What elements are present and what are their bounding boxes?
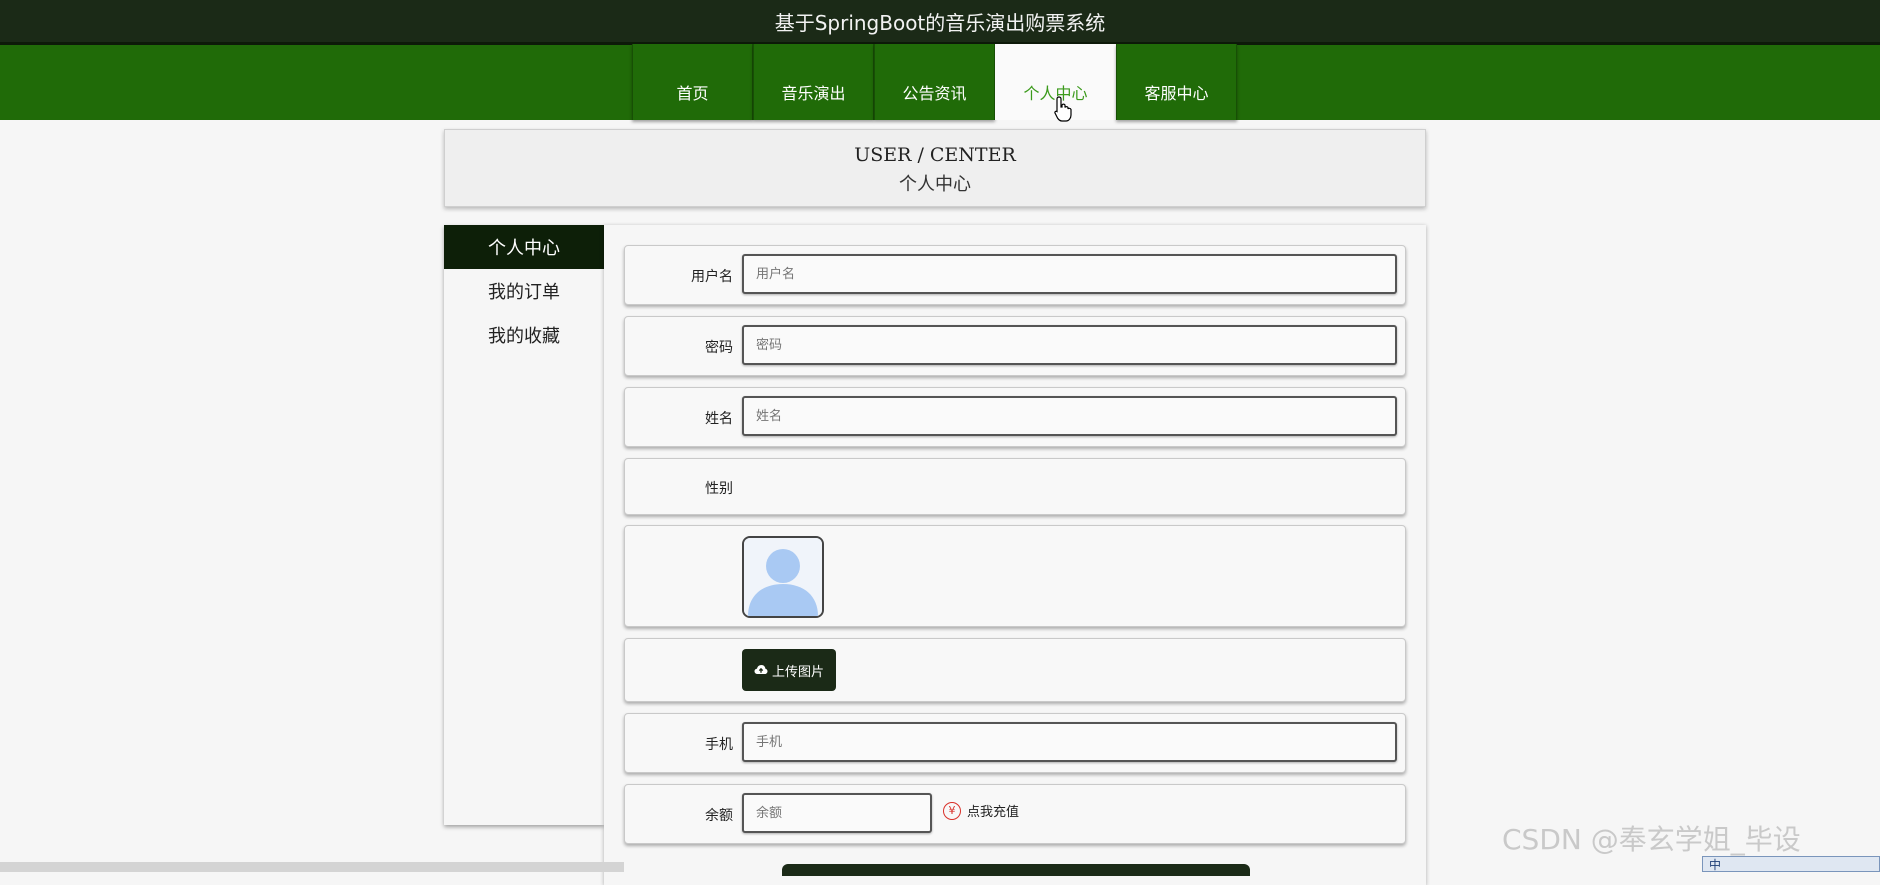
yen-icon: ¥ (943, 801, 961, 820)
sidebar-item-user-center[interactable]: 个人中心 (444, 225, 604, 269)
form-row-phone: 手机 (624, 713, 1406, 773)
ime-language-label: 中 (1709, 857, 1722, 872)
profile-form: 用户名 密码 姓名 性别 上传图片 手机 (604, 225, 1426, 885)
nav-item-news[interactable]: 公告资讯 (874, 44, 995, 120)
watermark-text: CSDN @奉玄学姐_毕设 (1502, 823, 1801, 856)
sidebar-item-my-orders[interactable]: 我的订单 (444, 269, 604, 313)
recharge-link[interactable]: ¥ 点我充值 (943, 801, 1019, 820)
form-row-upload: 上传图片 (624, 638, 1406, 702)
username-input[interactable] (742, 254, 1397, 294)
balance-input[interactable] (742, 793, 932, 833)
form-row-gender: 性别 (624, 458, 1406, 515)
avatar-placeholder-icon (744, 538, 822, 616)
user-sidebar: 个人中心 我的订单 我的收藏 (444, 225, 604, 825)
phone-label: 手机 (705, 737, 733, 753)
nav-item-music-shows[interactable]: 音乐演出 (753, 44, 874, 120)
banner-title-cn: 个人中心 (899, 174, 971, 195)
site-title-bar: 基于SpringBoot的音乐演出购票系统 (0, 0, 1880, 45)
form-row-balance: 余额 ¥ 点我充值 (624, 784, 1406, 844)
nav-item-home[interactable]: 首页 (632, 44, 753, 120)
gender-label: 性别 (705, 481, 733, 497)
form-row-name: 姓名 (624, 387, 1406, 447)
upload-image-label: 上传图片 (771, 664, 824, 680)
password-label: 密码 (705, 340, 733, 356)
page-banner: USER / CENTER 个人中心 (444, 129, 1426, 207)
password-input[interactable] (742, 325, 1397, 365)
avatar[interactable] (742, 536, 824, 618)
recharge-label: 点我充值 (967, 805, 1020, 820)
balance-label: 余额 (705, 808, 733, 824)
main-nav: 首页 音乐演出 公告资讯 个人中心 客服中心 (632, 44, 1237, 120)
name-input[interactable] (742, 396, 1397, 436)
sidebar-item-my-favorites[interactable]: 我的收藏 (444, 313, 604, 357)
username-label: 用户名 (691, 269, 733, 285)
upload-image-button[interactable]: 上传图片 (742, 649, 836, 691)
form-row-username: 用户名 (624, 245, 1406, 305)
horizontal-scrollbar[interactable] (0, 862, 624, 872)
form-row-password: 密码 (624, 316, 1406, 376)
banner-title-en: USER / CENTER (854, 144, 1016, 166)
form-row-avatar (624, 525, 1406, 627)
hand-cursor-icon (1054, 96, 1072, 126)
submit-button[interactable] (782, 864, 1250, 876)
name-label: 姓名 (705, 411, 733, 427)
phone-input[interactable] (742, 722, 1397, 762)
site-title: 基于SpringBoot的音乐演出购票系统 (774, 10, 1106, 35)
cloud-upload-icon (754, 665, 768, 674)
nav-item-customer-service[interactable]: 客服中心 (1116, 44, 1237, 120)
ime-toolbar[interactable]: 中 (1702, 856, 1880, 872)
